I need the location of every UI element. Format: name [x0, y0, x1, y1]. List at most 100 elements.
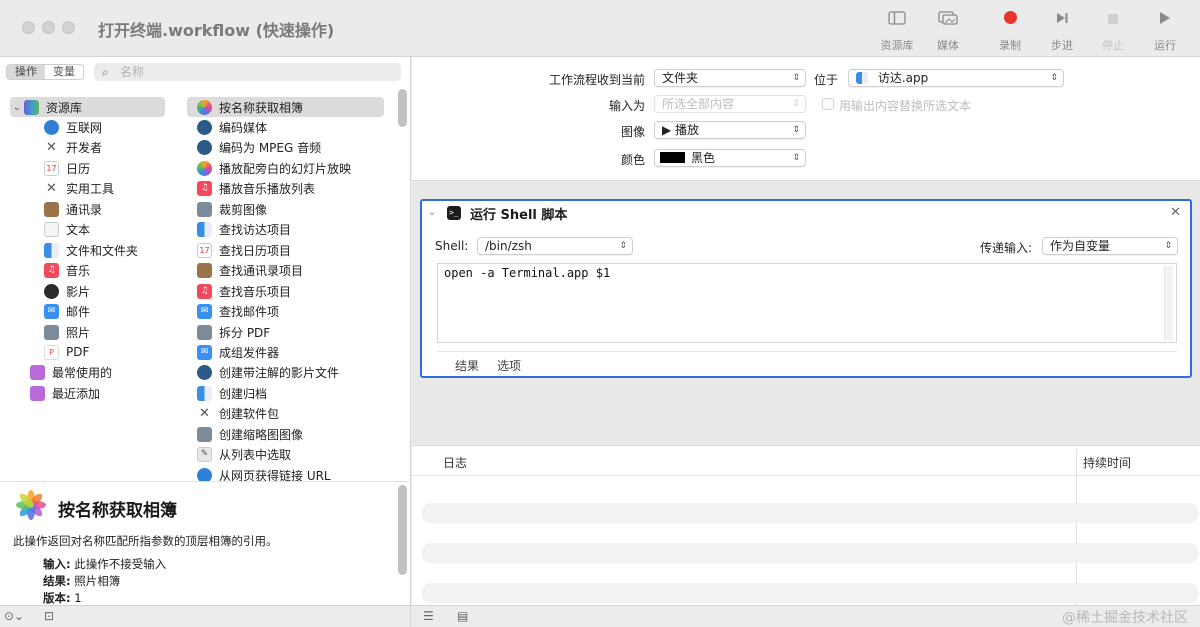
zoom-window-button[interactable]	[62, 21, 75, 34]
library-scrollbar[interactable]	[398, 89, 407, 127]
action-item-label: 按名称获取相簿	[219, 100, 304, 115]
workflow-image-popup[interactable]: ▶ 播放 ⇕	[654, 121, 806, 139]
minimize-window-button[interactable]	[42, 21, 55, 34]
script-editor[interactable]: open -a Terminal.app $1	[437, 263, 1177, 343]
action-item[interactable]: 查找访达项目	[187, 219, 291, 239]
description-version-row: 版本: 1	[43, 590, 82, 606]
finder-icon	[856, 72, 868, 84]
action-item-label: 创建软件包	[219, 406, 280, 421]
duration-column-header[interactable]: 持续时间	[1083, 454, 1131, 471]
library-root[interactable]: ⌄ 资源库	[10, 97, 165, 117]
preview-icon	[197, 201, 212, 217]
library-item-internet[interactable]: 互联网	[44, 117, 102, 137]
tab-results[interactable]: 结果	[455, 357, 479, 374]
library-item-photos[interactable]: 照片	[44, 322, 90, 342]
workflow-color-popup[interactable]: 黑色 ⇕	[654, 149, 806, 167]
text-icon	[44, 221, 59, 237]
library-item-text[interactable]: 文本	[44, 219, 90, 239]
step-toolbar-label: 步进	[1051, 39, 1073, 52]
list-view-icon[interactable]: ☰	[423, 609, 434, 623]
library-item-pdf[interactable]: P PDF	[44, 342, 89, 362]
action-item[interactable]: 创建归档	[187, 383, 267, 403]
tools-icon: ✕	[46, 139, 57, 155]
workflow-receives-popup[interactable]: 文件夹 ⇕	[654, 69, 806, 87]
workflow-color-value: 黑色	[691, 151, 716, 165]
action-item[interactable]: 编码媒体	[187, 117, 267, 137]
updown-chevron-icon: ⇕	[619, 241, 627, 251]
action-item[interactable]: 拆分 PDF	[187, 322, 270, 342]
record-toolbar-button[interactable]: 录制	[985, 10, 1035, 53]
library-item-files-folders[interactable]: 文件和文件夹	[44, 240, 138, 260]
media-toolbar-button[interactable]: 媒体	[923, 10, 973, 53]
action-item[interactable]: 查找通讯录项目	[187, 260, 303, 280]
library-item-label: 文件和文件夹	[66, 243, 139, 258]
pass-input-popup[interactable]: 作为自变量 ⇕	[1042, 237, 1178, 255]
action-item[interactable]: 从网页获得链接 URL	[187, 465, 331, 481]
workflow-input-is-value: 所选全部内容	[662, 97, 735, 111]
globe-icon	[44, 119, 59, 135]
workflow-input-is-popup[interactable]: 所选全部内容 ⇕	[654, 95, 806, 113]
actions-variables-segmented-control: 操作 变量	[6, 64, 84, 80]
library-item-utilities[interactable]: ✕ 实用工具	[44, 178, 114, 198]
action-item[interactable]: 17 查找日历项目	[187, 240, 291, 260]
action-item[interactable]: 创建缩略图图像	[187, 424, 303, 444]
tab-options[interactable]: 选项	[497, 357, 521, 374]
split-view-icon[interactable]: ▤	[457, 609, 468, 623]
chevron-down-icon[interactable]: ⌄	[428, 207, 436, 218]
finder-icon	[44, 242, 59, 258]
quicktime-icon	[197, 364, 212, 380]
action-search-field: ⌕	[94, 63, 401, 81]
close-icon[interactable]: ✕	[1170, 205, 1181, 220]
action-item[interactable]: ♫ 播放音乐播放列表	[187, 178, 315, 198]
window-title: 打开终端.workflow (快速操作)	[98, 21, 335, 40]
library-toolbar-button[interactable]: 资源库	[872, 10, 922, 53]
segment-variables[interactable]: 变量	[45, 65, 83, 79]
description-toggle-icon[interactable]: ⊡	[44, 609, 54, 623]
shell-popup[interactable]: /bin/zsh ⇕	[477, 237, 633, 255]
action-item[interactable]: 按名称获取相簿	[187, 97, 384, 117]
library-item-music[interactable]: ♫ 音乐	[44, 260, 90, 280]
library-toolbar-label: 资源库	[880, 39, 914, 52]
stop-toolbar-button[interactable]: 停止	[1088, 10, 1138, 53]
chevron-down-icon[interactable]: ⌄	[10, 102, 24, 113]
music-icon: ♫	[44, 262, 59, 278]
action-item[interactable]: ✉ 查找邮件项	[187, 301, 279, 321]
quicktime-icon	[44, 283, 59, 299]
library-item-mail[interactable]: ✉ 邮件	[44, 301, 90, 321]
photos-icon	[16, 490, 46, 520]
script-scrollbar[interactable]	[1164, 266, 1173, 340]
workflow-in-popup[interactable]: 访达.app ⇕	[848, 69, 1064, 87]
run-toolbar-button[interactable]: 运行	[1140, 10, 1190, 53]
search-input[interactable]	[120, 63, 390, 81]
close-window-button[interactable]	[22, 21, 35, 34]
action-item[interactable]: 裁剪图像	[187, 199, 267, 219]
replace-selected-text-checkbox[interactable]	[822, 98, 834, 110]
segment-actions[interactable]: 操作	[7, 65, 45, 79]
action-item-label: 编码媒体	[219, 120, 268, 135]
workflow-image-label: 图像	[620, 125, 645, 139]
contacts-icon	[197, 262, 212, 278]
run-shell-script-action[interactable]: ⌄ >_ 运行 Shell 脚本 ✕ Shell: /bin/zsh ⇕ 传递输…	[420, 199, 1192, 378]
library-item-calendar[interactable]: 17 日历	[44, 158, 90, 178]
library-most-used[interactable]: 最常使用的	[30, 362, 112, 382]
library-recently-added[interactable]: 最近添加	[30, 383, 100, 403]
action-item[interactable]: ✉ 成组发件器	[187, 342, 279, 362]
script-text[interactable]: open -a Terminal.app $1	[444, 266, 610, 280]
action-item[interactable]: ✕ 创建软件包	[187, 403, 279, 423]
action-item[interactable]: ✎ 从列表中选取	[187, 444, 291, 464]
log-column-header[interactable]: 日志	[443, 454, 467, 471]
action-item[interactable]: 编码为 MPEG 音频	[187, 137, 321, 157]
action-menu-icon[interactable]: ⊙⌄	[4, 609, 24, 623]
action-item[interactable]: ♫ 查找音乐项目	[187, 281, 291, 301]
library-item-developer[interactable]: ✕ 开发者	[44, 137, 102, 157]
library-item-movies[interactable]: 影片	[44, 281, 90, 301]
action-item[interactable]: 播放配旁白的幻灯片放映	[187, 158, 351, 178]
library-item-contacts[interactable]: 通讯录	[44, 199, 102, 219]
description-scrollbar[interactable]	[398, 485, 407, 575]
action-item[interactable]: 创建带注解的影片文件	[187, 362, 339, 382]
preview-icon	[197, 426, 212, 442]
workflow-in-label: 位于	[814, 73, 839, 87]
step-toolbar-button[interactable]: 步进	[1037, 10, 1087, 53]
updown-chevron-icon: ⇕	[792, 73, 800, 83]
quicktime-icon	[197, 119, 212, 135]
